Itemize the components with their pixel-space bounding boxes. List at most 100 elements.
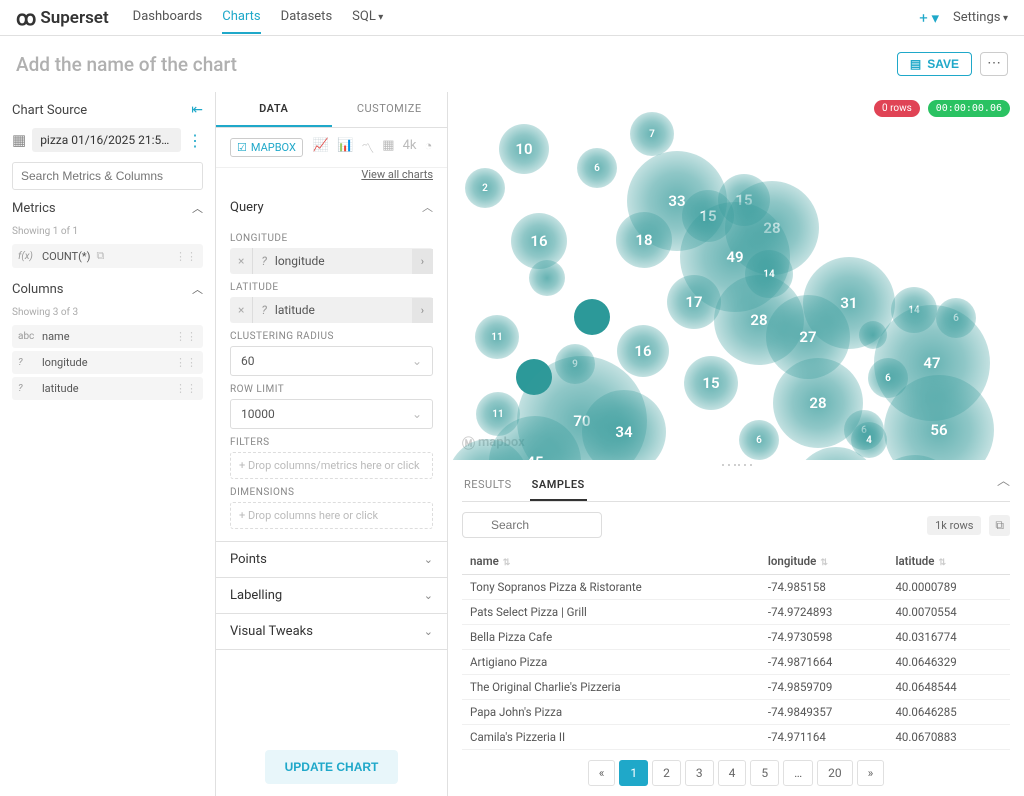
collapse-source-icon[interactable]: ⇤ — [191, 102, 203, 118]
chart-title-input[interactable]: Add the name of the chart — [16, 53, 237, 76]
settings-menu[interactable]: Settings — [953, 2, 1008, 33]
viz-type-selector[interactable]: ☑ MAPBOX — [230, 138, 303, 157]
dataset-chip[interactable]: pizza 01/16/2025 21:55:08 — [32, 128, 181, 152]
cluster-bubble[interactable]: 11 — [475, 315, 519, 359]
new-button[interactable]: + ▾ — [919, 9, 939, 27]
field-name-label: COUNT(*) — [42, 250, 90, 263]
page-3[interactable]: 3 — [685, 760, 714, 786]
clear-latitude-icon[interactable]: × — [230, 297, 253, 323]
table-icon[interactable]: ▦ — [382, 138, 394, 157]
columns-collapse-icon[interactable]: ︿ — [192, 281, 203, 297]
table-row[interactable]: Tony Sopranos Pizza & Ristorante-74.9851… — [462, 575, 1010, 600]
cluster-bubble[interactable]: 7 — [630, 112, 674, 156]
tab-customize[interactable]: CUSTOMIZE — [332, 92, 448, 127]
labelling-expand-icon[interactable]: ⌄ — [424, 589, 433, 602]
area-chart-icon[interactable]: 〽 — [361, 138, 374, 157]
drag-handle-icon[interactable]: ⋮⋮ — [175, 330, 197, 343]
update-chart-button[interactable]: UPDATE CHART — [265, 750, 399, 784]
header-right: + ▾ Settings — [919, 2, 1008, 33]
latitude-field[interactable]: × ? latitude › — [230, 297, 433, 323]
table-row[interactable]: Bella Pizza Cafe-74.973059840.0316774 — [462, 625, 1010, 650]
viz-icons-row: 📈 📊 〽 ▦ 4k ◔ — [313, 138, 432, 157]
cluster-radius-select[interactable]: 60 ⌄ — [230, 346, 433, 376]
chevron-right-icon[interactable]: › — [412, 249, 433, 274]
longitude-field[interactable]: × ? longitude › — [230, 248, 433, 274]
page-next[interactable]: » — [857, 760, 885, 786]
save-button[interactable]: ▤ SAVE — [897, 52, 972, 76]
tab-data[interactable]: DATA — [216, 92, 332, 127]
samples-tab[interactable]: SAMPLES — [530, 470, 587, 501]
nav-sql[interactable]: SQL — [352, 1, 383, 34]
results-tab[interactable]: RESULTS — [462, 470, 514, 501]
longitude-label: LONGITUDE — [230, 233, 433, 244]
app-logo[interactable]: ꚙ Superset — [16, 6, 109, 30]
column-row[interactable]: ?longitude⋮⋮ — [12, 351, 203, 374]
cluster-bubble[interactable] — [529, 260, 565, 296]
cluster-bubble[interactable]: 10 — [499, 124, 549, 174]
column-row[interactable]: abcname⋮⋮ — [12, 325, 203, 348]
table-row[interactable]: Camila's Pizzeria II-74.97116440.0670883 — [462, 725, 1010, 750]
cluster-bubble[interactable]: 16 — [617, 325, 669, 377]
chart-canvas[interactable]: Ⓜ mapbox 1076233151528161849141731282714… — [448, 92, 1024, 460]
results-search-input[interactable] — [462, 512, 602, 538]
logo-icon: ꚙ — [16, 6, 36, 30]
nav-dashboards[interactable]: Dashboards — [133, 1, 203, 34]
search-metrics-input[interactable] — [12, 162, 203, 190]
col-longitude[interactable]: longitude⇅ — [760, 548, 888, 575]
cluster-bubble[interactable]: 6 — [739, 420, 779, 460]
dimensions-label: DIMENSIONS — [230, 487, 433, 498]
metric-row[interactable]: f(x)COUNT(*) ⧉⋮⋮ — [12, 244, 203, 268]
cluster-bubble[interactable]: 18 — [616, 212, 672, 268]
cluster-bubble[interactable]: 34 — [582, 390, 666, 460]
drag-handle-icon[interactable]: ⋮⋮ — [175, 250, 197, 263]
chevron-down-icon: ⌄ — [412, 354, 422, 368]
column-row[interactable]: ?latitude⋮⋮ — [12, 377, 203, 400]
page-4[interactable]: 4 — [718, 760, 747, 786]
table-row[interactable]: The Original Charlie's Pizzeria-74.98597… — [462, 675, 1010, 700]
col-name[interactable]: name⇅ — [462, 548, 760, 575]
cluster-bubble[interactable]: 15 — [684, 356, 738, 410]
row-limit-select[interactable]: 10000 ⌄ — [230, 399, 433, 429]
dataset-menu-button[interactable]: ⋮ — [187, 131, 203, 150]
page-2[interactable]: 2 — [652, 760, 681, 786]
page-20[interactable]: 20 — [817, 760, 853, 786]
page-prev[interactable]: « — [588, 760, 616, 786]
cluster-bubble[interactable]: 2 — [465, 168, 505, 208]
field-name-label: latitude — [42, 382, 79, 395]
latitude-label: LATITUDE — [230, 282, 433, 293]
cluster-bubble[interactable]: 17 — [667, 275, 721, 329]
cluster-bubble[interactable] — [574, 299, 610, 335]
query-collapse-icon[interactable]: ︿ — [422, 199, 433, 215]
dimensions-dropzone[interactable]: + Drop columns here or click — [230, 502, 433, 529]
metrics-collapse-icon[interactable]: ︿ — [192, 200, 203, 216]
cluster-bubble[interactable]: 6 — [577, 148, 617, 188]
more-actions-button[interactable]: ⋯ — [980, 52, 1008, 76]
drag-handle-icon[interactable]: ⋮⋮ — [175, 356, 197, 369]
bignumber-chart-icon[interactable]: ◔ — [424, 138, 432, 157]
bar-chart-icon[interactable]: 📊 — [337, 138, 353, 157]
page-…[interactable]: … — [783, 760, 813, 786]
points-expand-icon[interactable]: ⌄ — [424, 553, 433, 566]
labelling-section-label: Labelling — [230, 588, 282, 603]
copy-button[interactable]: ⧉ — [989, 515, 1010, 536]
view-all-charts-link[interactable]: View all charts — [361, 168, 447, 189]
table-row[interactable]: Papa John's Pizza-74.984935740.0646285 — [462, 700, 1010, 725]
nav-charts[interactable]: Charts — [222, 1, 260, 34]
drag-handle-icon[interactable]: ⋮⋮ — [175, 382, 197, 395]
visual-expand-icon[interactable]: ⌄ — [424, 625, 433, 638]
collapse-results-icon[interactable]: ︿ — [997, 470, 1010, 501]
save-icon: ▤ — [910, 57, 921, 71]
columns-label: Columns — [12, 282, 64, 297]
table-row[interactable]: Artigiano Pizza-74.987166440.0646329 — [462, 650, 1010, 675]
page-1[interactable]: 1 — [619, 760, 648, 786]
line-chart-icon[interactable]: 📈 — [313, 138, 329, 157]
nav-datasets[interactable]: Datasets — [281, 1, 333, 34]
col-latitude[interactable]: latitude⇅ — [887, 548, 1010, 575]
resize-handle[interactable]: ⋯⋯ — [448, 460, 1024, 470]
clear-longitude-icon[interactable]: × — [230, 248, 253, 274]
chevron-down-icon: ⌄ — [412, 407, 422, 421]
chevron-right-icon[interactable]: › — [412, 298, 433, 323]
table-row[interactable]: Pats Select Pizza | Grill-74.972489340.0… — [462, 600, 1010, 625]
filters-dropzone[interactable]: + Drop columns/metrics here or click — [230, 452, 433, 479]
page-5[interactable]: 5 — [750, 760, 779, 786]
